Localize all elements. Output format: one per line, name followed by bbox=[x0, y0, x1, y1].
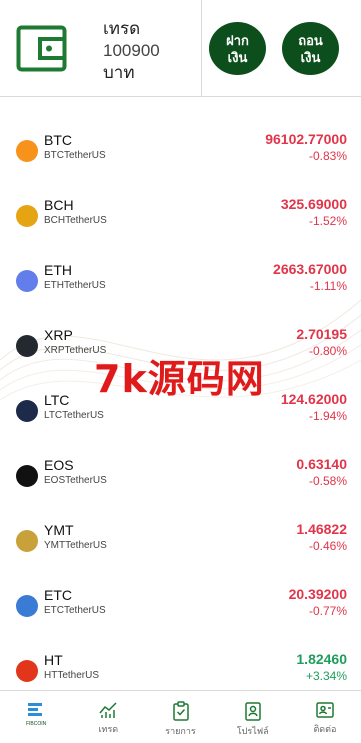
tab-orders-label: รายการ bbox=[165, 726, 196, 736]
profile-badge-icon bbox=[244, 702, 261, 721]
contact-card-icon bbox=[316, 702, 334, 718]
deposit-label-line1: ฝาก bbox=[226, 32, 249, 48]
balance-title: เทรด bbox=[103, 19, 141, 38]
coin-symbol: HT bbox=[44, 652, 63, 668]
coin-price: 1.46822 bbox=[296, 521, 347, 537]
coin-symbol: ETC bbox=[44, 587, 72, 603]
ht-icon bbox=[16, 660, 38, 682]
coin-symbol: BCH bbox=[44, 197, 74, 213]
coin-change: -0.83% bbox=[308, 149, 347, 163]
coin-row[interactable]: BTC BTCTetherUS 96102.77000 -0.83% bbox=[0, 98, 361, 163]
xrp-icon bbox=[16, 335, 38, 357]
tab-home[interactable]: FIBCOIN bbox=[0, 691, 72, 743]
balance-currency: บาท bbox=[103, 63, 135, 82]
watermark: 7k源码网 bbox=[94, 357, 265, 401]
coin-change: -0.80% bbox=[308, 344, 347, 358]
coin-pair: LTCTetherUS bbox=[44, 410, 104, 421]
coin-price: 2663.67000 bbox=[273, 261, 347, 277]
coin-pair: HTTetherUS bbox=[44, 670, 100, 681]
coin-price: 1.82460 bbox=[296, 651, 347, 667]
coin-row[interactable]: EOS EOSTetherUS 0.63140 -0.58% bbox=[0, 423, 361, 488]
coin-pair: BCHTetherUS bbox=[44, 215, 107, 226]
ymt-icon bbox=[16, 530, 38, 552]
tab-home-label: FIBCOIN bbox=[25, 721, 47, 727]
coin-pair: BTCTetherUS bbox=[44, 150, 106, 161]
coin-change: +3.34% bbox=[305, 669, 347, 683]
eth-icon bbox=[16, 270, 38, 292]
coin-symbol: XRP bbox=[44, 327, 73, 343]
withdraw-label-line2: เงิน bbox=[300, 49, 321, 65]
coin-pair: EOSTetherUS bbox=[44, 475, 107, 486]
wallet-icon bbox=[16, 25, 67, 72]
clipboard-check-icon bbox=[172, 701, 189, 721]
etc-icon bbox=[16, 595, 38, 617]
bch-icon bbox=[16, 205, 38, 227]
header: เทรด 100900 บาท ฝาก เงิน ถอน เงิน bbox=[0, 0, 361, 97]
tab-bar: FIBCOIN เทรด รายการ โปรไฟล์ ติดต่อ bbox=[0, 690, 361, 743]
chart-icon bbox=[99, 702, 117, 718]
withdraw-label-line1: ถอน bbox=[298, 32, 323, 48]
tab-contact[interactable]: ติดต่อ bbox=[289, 691, 361, 743]
balance-panel: เทรด 100900 บาท bbox=[103, 18, 160, 84]
coin-symbol: BTC bbox=[44, 132, 72, 148]
tab-orders[interactable]: รายการ bbox=[144, 691, 216, 743]
ltc-icon bbox=[16, 400, 38, 422]
coin-price: 0.63140 bbox=[296, 456, 347, 472]
coin-row[interactable]: ETH ETHTetherUS 2663.67000 -1.11% bbox=[0, 228, 361, 293]
tab-profile[interactable]: โปรไฟล์ bbox=[217, 691, 289, 743]
eos-icon bbox=[16, 465, 38, 487]
coin-change: -1.11% bbox=[309, 279, 347, 293]
coin-row[interactable]: YMT YMTTetherUS 1.46822 -0.46% bbox=[0, 488, 361, 553]
coin-row[interactable]: HT HTTetherUS 1.82460 +3.34% bbox=[0, 618, 361, 683]
coin-symbol: LTC bbox=[44, 392, 70, 408]
coin-row[interactable]: BCH BCHTetherUS 325.69000 -1.52% bbox=[0, 163, 361, 228]
coin-symbol: ETH bbox=[44, 262, 72, 278]
tab-profile-label: โปรไฟล์ bbox=[236, 726, 269, 736]
coin-pair: ETHTetherUS bbox=[44, 280, 106, 291]
coin-price: 2.70195 bbox=[296, 326, 347, 342]
btc-icon bbox=[16, 140, 38, 162]
coin-price: 325.69000 bbox=[280, 196, 347, 212]
tab-contact-label: ติดต่อ bbox=[313, 724, 337, 734]
coin-pair: ETCTetherUS bbox=[44, 605, 106, 616]
coin-change: -1.94% bbox=[308, 409, 347, 423]
tab-trade-label: เทรด bbox=[98, 724, 119, 734]
coin-change: -0.46% bbox=[308, 539, 347, 553]
coin-change: -0.58% bbox=[308, 474, 347, 488]
coin-pair: YMTTetherUS bbox=[44, 540, 107, 551]
coin-symbol: EOS bbox=[44, 457, 74, 473]
coin-change: -0.77% bbox=[308, 604, 347, 618]
coin-symbol: YMT bbox=[44, 522, 74, 538]
balance-amount: 100900 bbox=[103, 41, 160, 60]
withdraw-button[interactable]: ถอน เงิน bbox=[282, 22, 339, 75]
deposit-label-line2: เงิน bbox=[227, 49, 248, 65]
header-divider bbox=[201, 0, 202, 97]
tab-trade[interactable]: เทรด bbox=[72, 691, 144, 743]
logo-icon bbox=[28, 703, 43, 716]
coin-price: 20.39200 bbox=[288, 586, 347, 602]
coin-change: -1.52% bbox=[308, 214, 347, 228]
deposit-button[interactable]: ฝาก เงิน bbox=[209, 22, 266, 75]
coin-row[interactable]: ETC ETCTetherUS 20.39200 -0.77% bbox=[0, 553, 361, 618]
coin-price: 96102.77000 bbox=[265, 131, 347, 147]
coin-price: 124.62000 bbox=[280, 391, 347, 407]
